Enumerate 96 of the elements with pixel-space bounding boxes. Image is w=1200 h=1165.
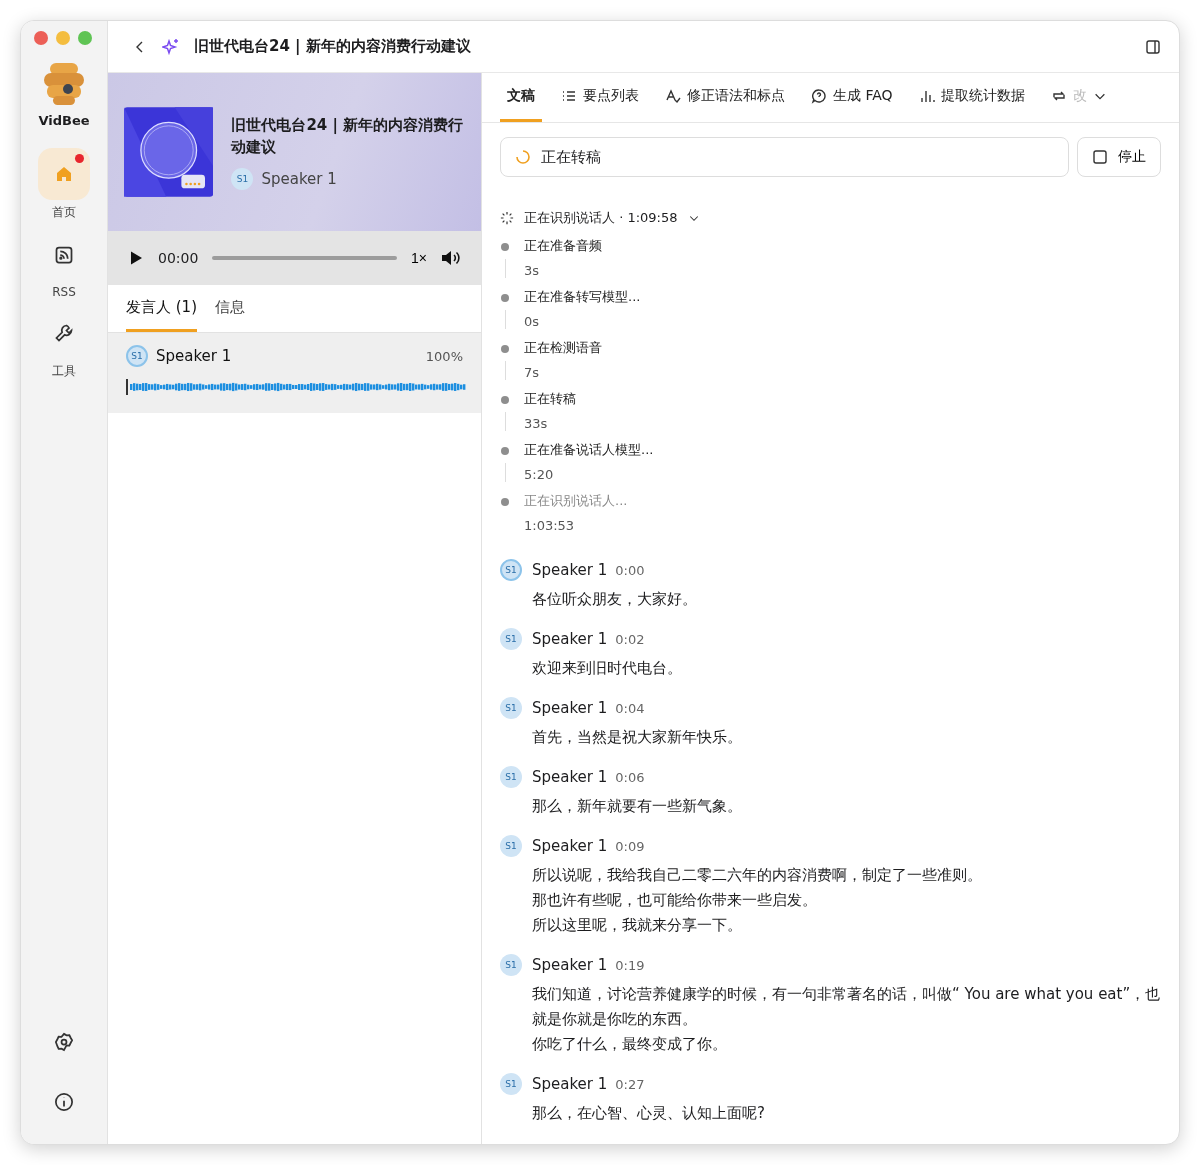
status-text: 正在转稿: [541, 147, 601, 167]
volume-icon: [441, 249, 461, 267]
segment-speaker: Speaker 1: [532, 561, 608, 579]
bar-chart-icon: [918, 88, 935, 104]
sidebar-toggle-button[interactable]: [1145, 38, 1161, 55]
segment-speaker: Speaker 1: [532, 956, 608, 974]
step-bullet: [501, 345, 509, 353]
notification-dot: [75, 154, 84, 163]
step-label: 正在准备转写模型...: [524, 288, 641, 306]
info-icon: [54, 1092, 74, 1112]
step-bullet: [501, 498, 509, 506]
step-time: 3s: [524, 263, 541, 278]
nav-label: RSS: [52, 285, 76, 299]
step-bullet: [501, 447, 509, 455]
speaker-badge: S1: [500, 628, 522, 650]
speaker-badge: S1: [500, 1073, 522, 1095]
text-check-icon: [665, 88, 681, 104]
step-time: 5:20: [524, 467, 555, 482]
spinner-icon: [515, 149, 531, 165]
settings-icon: [54, 1032, 74, 1052]
segment-speaker: Speaker 1: [532, 699, 608, 717]
nav-label: 工具: [52, 363, 76, 380]
playback-time: 00:00: [158, 250, 199, 266]
step-label: 正在转稿: [524, 390, 576, 408]
wrench-icon: [54, 323, 74, 343]
app-name: VidBee: [38, 113, 90, 128]
speaker-badge: S1: [126, 345, 148, 367]
segment-time[interactable]: 0:09: [615, 838, 645, 854]
speaker-badge: S1: [500, 954, 522, 976]
tab[interactable]: 要点列表: [554, 73, 646, 122]
tab[interactable]: 修正语法和标点: [658, 73, 792, 122]
nav-label: 首页: [52, 204, 76, 221]
volume-button[interactable]: [441, 249, 461, 267]
speaker-name: Speaker 1: [261, 170, 337, 188]
speaker-badge: S1: [231, 168, 254, 190]
speaker-badge: S1: [500, 697, 522, 719]
speaker-card[interactable]: S1 Speaker 1 100%: [108, 333, 481, 413]
window-title: 旧世代电台24 | 新年的内容消费行动建议: [194, 37, 472, 56]
play-icon: [128, 250, 144, 266]
segment-time[interactable]: 0:04: [615, 700, 645, 716]
transcript-line: 那也许有些呢，也可能给你带来一些启发。: [532, 890, 818, 911]
step-bullet: [501, 396, 509, 404]
segment-speaker: Speaker 1: [532, 768, 608, 786]
segment-time[interactable]: 0:19: [615, 957, 645, 973]
step-label: 正在准备说话人模型...: [524, 441, 654, 459]
speaker-badge: S1: [500, 559, 522, 581]
step-time: 7s: [524, 365, 541, 380]
step-label: 正在准备音频: [524, 237, 602, 255]
loading-icon: [500, 211, 514, 225]
tab[interactable]: 生成 FAQ: [804, 73, 900, 122]
panel-tab[interactable]: 信息: [215, 285, 245, 332]
segment-time[interactable]: 0:02: [615, 631, 645, 647]
step-label: 正在识别说话人...: [524, 492, 628, 510]
progress-header: 正在识别说话人 · 1:09:58: [524, 209, 678, 227]
tab[interactable]: 提取统计数据: [911, 73, 1032, 122]
transcript-line: 我们知道，讨论营养健康学的时候，有一句非常著名的话，叫做“ You are what you eat”，也就是你就是你吃的东西。: [532, 984, 1161, 1030]
sparkle-icon: [162, 37, 180, 56]
transcript-line: 欢迎来到旧时代电台。: [532, 658, 682, 679]
rss-icon: [54, 245, 74, 265]
speaker-badge: S1: [500, 766, 522, 788]
segment-speaker: Speaker 1: [532, 1075, 608, 1093]
step-time: 1:03:53: [524, 518, 576, 533]
speaker-name: Speaker 1: [156, 347, 232, 365]
step-time: 0s: [524, 314, 541, 329]
beehive-logo-icon: [41, 61, 87, 107]
info-button[interactable]: [54, 1092, 74, 1112]
speaker-badge: S1: [500, 835, 522, 857]
close-button[interactable]: [34, 31, 48, 45]
play-button[interactable]: [128, 250, 144, 266]
step-label: 正在检测语音: [524, 339, 602, 357]
segment-time[interactable]: 0:06: [615, 769, 645, 785]
step-bullet: [501, 294, 509, 302]
speaker-share: 100%: [425, 348, 463, 364]
step-time: 33s: [524, 416, 549, 431]
settings-button[interactable]: [54, 1032, 74, 1052]
transcript-line: 各位听众朋友，大家好。: [532, 589, 697, 610]
speed-button[interactable]: 1×: [411, 250, 427, 266]
transcript-line: 首先，当然是祝大家新年快乐。: [532, 727, 742, 748]
square-icon: [1092, 149, 1108, 165]
list-icon: [561, 88, 577, 104]
episode-title: 旧世代电台24 | 新年的内容消费行动建议: [231, 115, 465, 158]
tab[interactable]: 文稿: [500, 73, 542, 122]
transcript-line: 你吃了什么，最终变成了你。: [532, 1034, 728, 1055]
segment-speaker: Speaker 1: [532, 630, 608, 648]
home-icon: [54, 164, 74, 184]
transcript-line: 所以说呢，我给我自己二零二六年的内容消费啊，制定了一些准则。: [532, 865, 982, 886]
segment-time[interactable]: 0:27: [615, 1076, 645, 1092]
transcript-line: 那么，在心智、心灵、认知上面呢?: [532, 1103, 765, 1124]
transcript-line: 那么，新年就要有一些新气象。: [532, 796, 742, 817]
segment-speaker: Speaker 1: [532, 837, 608, 855]
stop-button[interactable]: 停止: [1077, 137, 1161, 177]
segment-time[interactable]: 0:00: [615, 562, 645, 578]
panel-icon: [1145, 38, 1161, 55]
question-bubble-icon: [811, 88, 827, 104]
step-bullet: [501, 243, 509, 251]
transcript-line: 所以这里呢，我就来分享一下。: [532, 915, 743, 936]
